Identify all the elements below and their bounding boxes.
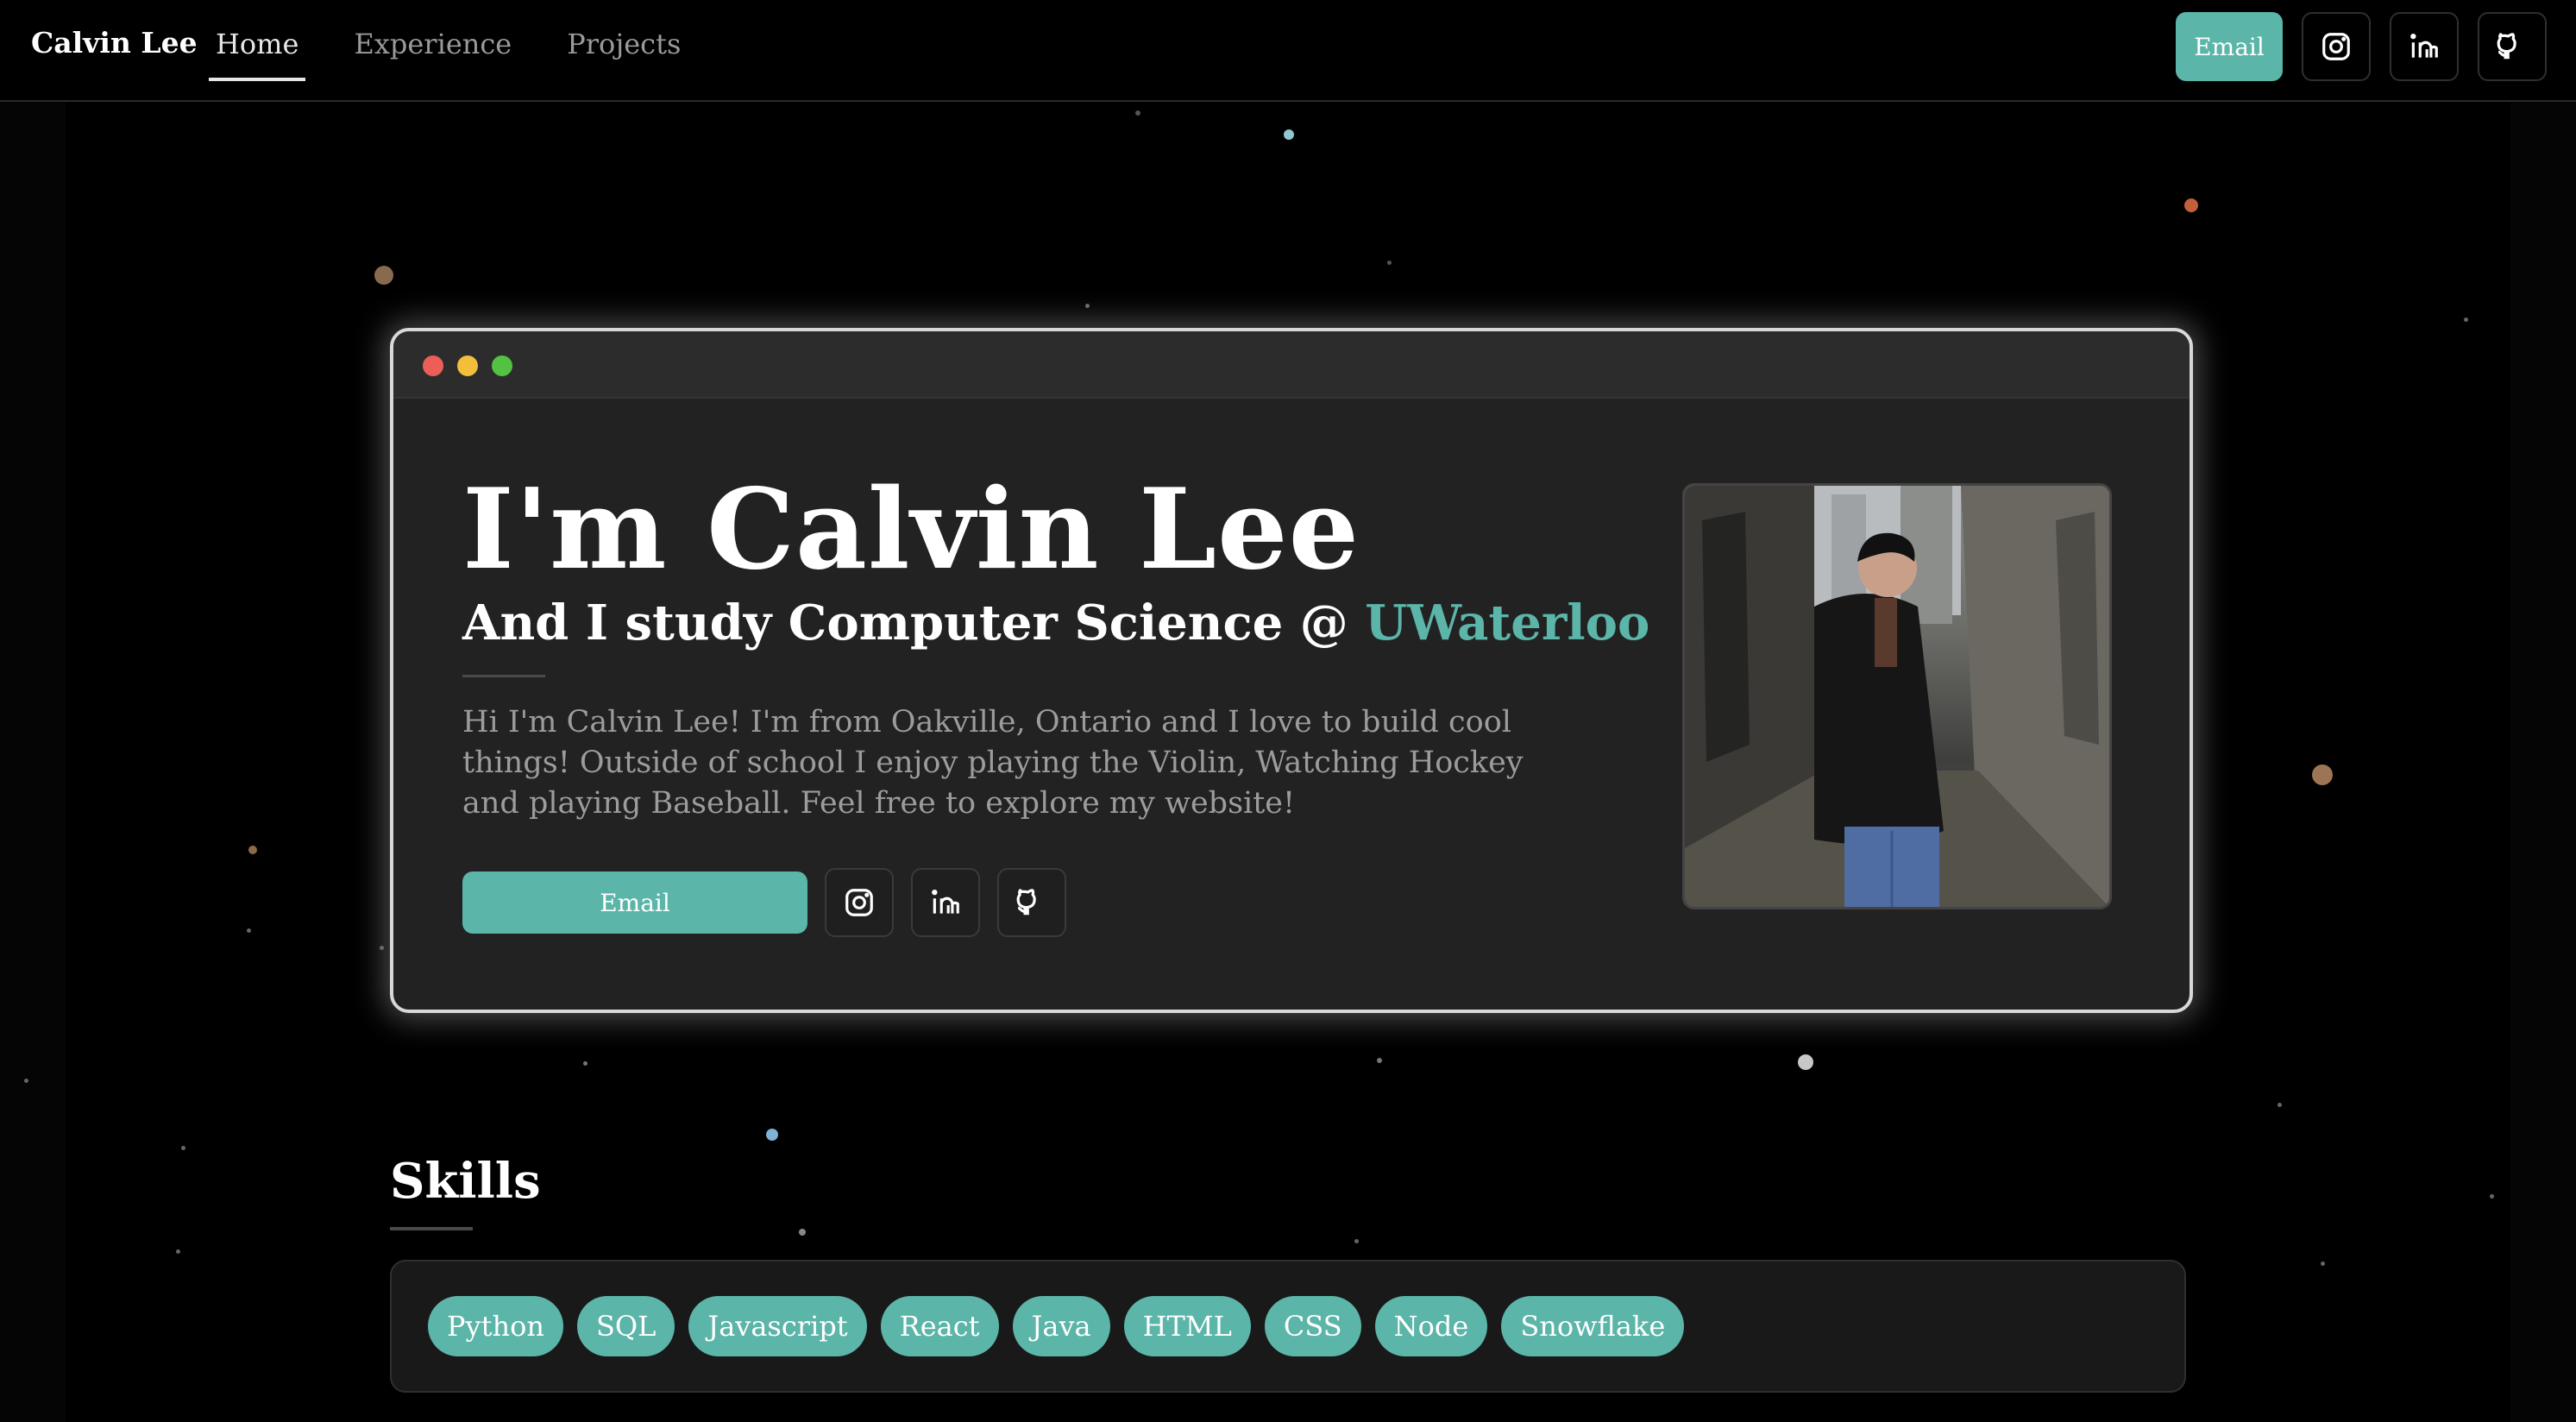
skills-card: Python SQL Javascript React Java HTML CS…: [390, 1260, 2186, 1393]
window-close-dot: [423, 356, 443, 376]
skill-chip: CSS: [1264, 1296, 1361, 1356]
brand-name[interactable]: Calvin Lee: [31, 26, 198, 60]
window-minimize-dot: [457, 356, 478, 376]
nav-link-projects[interactable]: Projects: [560, 28, 688, 60]
nav-github-button[interactable]: [2478, 12, 2547, 81]
linkedin-icon: [932, 889, 959, 914]
skill-chip: Python: [428, 1296, 563, 1356]
hero-subtitle: And I study Computer Science @ UWaterloo: [462, 599, 1649, 647]
skill-chip: React: [880, 1296, 999, 1356]
hero-linkedin-button[interactable]: [911, 868, 980, 937]
skill-chip: Java: [1012, 1296, 1110, 1356]
nav-email-button[interactable]: Email: [2176, 12, 2283, 81]
linkedin-icon: [2410, 33, 2438, 58]
right-side-panel: [2510, 102, 2576, 1422]
instagram-icon: [845, 889, 873, 916]
hero-subtitle-text: And I study Computer Science @: [462, 595, 1366, 651]
skills-chip-list: Python SQL Javascript React Java HTML CS…: [428, 1296, 1685, 1356]
hero-instagram-button[interactable]: [825, 868, 894, 937]
hero-email-button[interactable]: Email: [462, 871, 807, 934]
nav-links: Home Experience Projects: [209, 28, 729, 81]
profile-photo: [1682, 483, 2112, 909]
skill-chip: HTML: [1123, 1296, 1251, 1356]
hero-description: Hi I'm Calvin Lee! I'm from Oakville, On…: [462, 705, 1524, 821]
github-icon: [2497, 33, 2516, 60]
profile-photo-illustration: [1685, 486, 2109, 907]
skill-chip: SQL: [576, 1296, 675, 1356]
hero-actions: Email: [462, 868, 1066, 937]
nav-actions: Email: [2176, 12, 2547, 81]
github-icon: [1016, 889, 1036, 915]
skill-chip: Node: [1374, 1296, 1488, 1356]
skills-heading: Skills: [390, 1153, 541, 1210]
hero-window: I'm Calvin Lee And I study Computer Scie…: [390, 328, 2193, 1013]
nav-link-home[interactable]: Home: [209, 28, 306, 81]
nav-instagram-button[interactable]: [2302, 12, 2371, 81]
window-maximize-dot: [492, 356, 512, 376]
window-titlebar: [393, 331, 2190, 399]
hero-github-button[interactable]: [997, 868, 1066, 937]
skills-divider: [390, 1227, 473, 1230]
top-navbar: Calvin Lee Home Experience Projects Emai…: [0, 0, 2576, 102]
nav-link-experience[interactable]: Experience: [347, 28, 518, 60]
hero-divider: [462, 675, 545, 677]
skill-chip: Javascript: [688, 1296, 867, 1356]
skill-chip: Snowflake: [1501, 1296, 1685, 1356]
hero-title: I'm Calvin Lee: [462, 465, 1360, 595]
hero-subtitle-school: UWaterloo: [1365, 595, 1650, 651]
left-side-panel: [0, 102, 66, 1422]
instagram-icon: [2322, 33, 2350, 60]
nav-linkedin-button[interactable]: [2390, 12, 2459, 81]
